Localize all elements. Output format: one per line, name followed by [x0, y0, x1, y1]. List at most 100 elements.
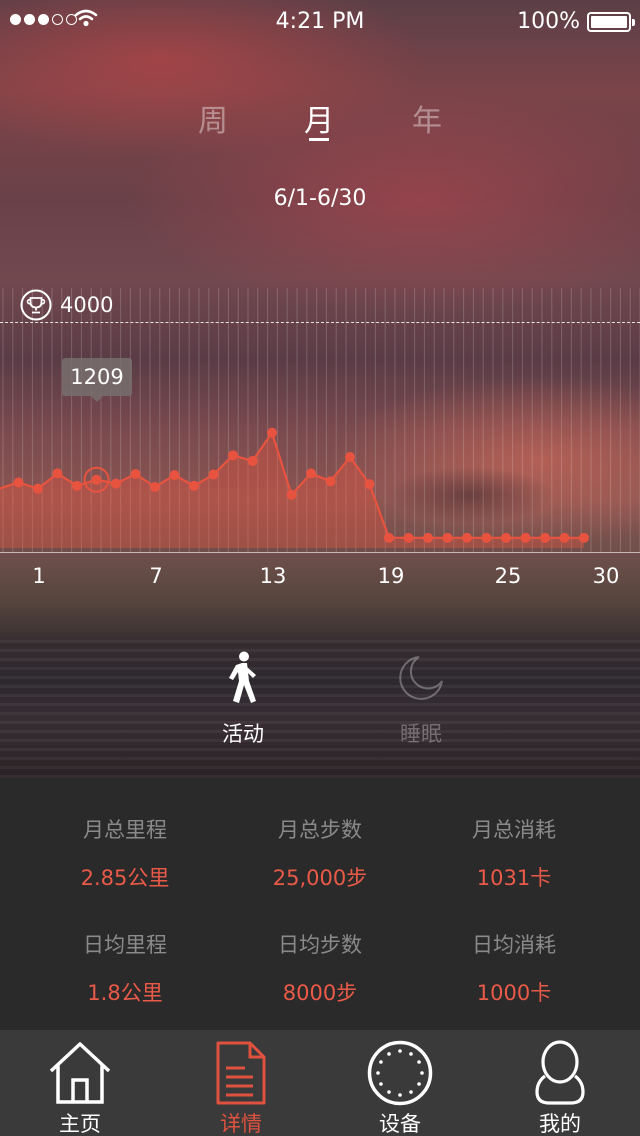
tab-device[interactable]: 设备	[340, 1030, 460, 1136]
value-tooltip: 1209	[62, 358, 132, 402]
data-point	[169, 470, 180, 481]
data-point	[345, 452, 355, 463]
home-icon	[49, 1042, 111, 1104]
tab-device-label: 设备	[379, 1112, 421, 1136]
device-icon	[367, 1040, 433, 1106]
x-tick-label: 1	[32, 564, 46, 588]
data-point	[559, 532, 570, 543]
device-dot	[379, 1082, 383, 1086]
tab-week[interactable]: 周	[183, 96, 243, 140]
device-dot	[398, 1093, 402, 1097]
stat-value: 8000步	[282, 981, 358, 1005]
data-point	[501, 532, 511, 543]
data-point	[33, 483, 43, 494]
stat-daily-distance: 日均里程 1.8公里	[25, 929, 225, 1007]
period-tabs: 周 月 年	[0, 96, 640, 146]
stat-monthly-calories: 月总消耗 1031卡	[414, 814, 614, 892]
data-point	[306, 468, 316, 479]
stat-value: 1000卡	[476, 981, 552, 1005]
data-point	[91, 474, 102, 485]
tab-details-label: 详情	[220, 1112, 262, 1136]
device-dot	[417, 1082, 421, 1086]
tab-bar: 主页 详情 设备 我的	[0, 1030, 640, 1136]
device-dot	[409, 1052, 413, 1056]
data-point	[364, 479, 375, 490]
data-point	[130, 468, 141, 479]
data-point	[72, 480, 82, 491]
device-dot	[379, 1060, 383, 1064]
device-dot	[387, 1090, 391, 1094]
battery-percent: 100%	[517, 9, 580, 34]
device-dot	[409, 1090, 413, 1094]
mode-activity[interactable]: 活动	[183, 650, 303, 748]
data-point	[540, 532, 550, 543]
tab-home[interactable]: 主页	[20, 1030, 140, 1136]
user-icon	[535, 1040, 585, 1105]
tab-profile-label: 我的	[539, 1112, 581, 1136]
tab-month-label: 月	[304, 104, 334, 139]
data-point	[423, 532, 433, 543]
stat-label: 日均里程	[83, 933, 167, 957]
data-point	[189, 480, 199, 491]
stat-label: 月总里程	[83, 818, 167, 842]
stat-label: 日均步数	[278, 933, 362, 957]
device-dot	[387, 1052, 391, 1056]
stat-value: 1.8公里	[87, 981, 163, 1005]
stat-value: 25,000步	[272, 866, 368, 890]
tab-month[interactable]: 月	[289, 96, 349, 141]
stat-label: 日均消耗	[472, 933, 556, 957]
tab-details[interactable]: 详情	[181, 1030, 301, 1136]
stat-label: 月总消耗	[472, 818, 556, 842]
date-range: 6/1-6/30	[273, 186, 367, 211]
status-bar: 4:21 PM 100%	[0, 0, 640, 44]
data-point	[150, 481, 160, 492]
stat-monthly-steps: 月总步数 25,000步	[220, 814, 420, 892]
stat-daily-steps: 日均步数 8000步	[220, 929, 420, 1007]
data-point	[462, 532, 472, 543]
device-dot	[417, 1060, 421, 1064]
tab-home-label: 主页	[59, 1112, 101, 1136]
data-point	[267, 427, 277, 438]
steps-line-chart[interactable]	[0, 285, 640, 555]
data-point	[403, 532, 414, 543]
x-tick-label: 19	[377, 564, 405, 588]
x-tick-label: 30	[592, 564, 620, 588]
data-point	[442, 532, 453, 543]
device-dot	[376, 1071, 380, 1075]
tab-month-underline	[309, 138, 329, 141]
data-point	[111, 478, 121, 489]
data-point	[208, 469, 219, 480]
data-point	[520, 532, 531, 543]
chart-baseline	[0, 552, 640, 553]
walking-icon	[229, 651, 256, 703]
stat-value: 2.85公里	[80, 866, 170, 890]
data-point	[325, 476, 336, 487]
data-point	[286, 489, 297, 500]
mode-sleep-label: 睡眠	[400, 722, 442, 746]
data-point	[481, 532, 492, 543]
mode-sleep[interactable]: 睡眠	[361, 650, 481, 748]
data-point	[52, 468, 63, 479]
x-tick-label: 25	[494, 564, 522, 588]
data-point	[384, 532, 394, 543]
stat-value: 1031卡	[476, 866, 552, 890]
stat-daily-calories: 日均消耗 1000卡	[414, 929, 614, 1007]
tab-profile[interactable]: 我的	[500, 1030, 620, 1136]
mode-activity-label: 活动	[222, 722, 264, 746]
x-tick-label: 13	[259, 564, 287, 588]
data-point	[228, 450, 238, 461]
device-dot	[398, 1049, 402, 1053]
data-point	[579, 532, 589, 543]
document-icon	[216, 1041, 266, 1105]
x-tick-label: 7	[149, 564, 163, 588]
device-dot	[420, 1071, 424, 1075]
moon-icon	[399, 656, 443, 700]
sea-background	[0, 640, 640, 778]
stats-panel: 月总里程 2.85公里 月总步数 25,000步 月总消耗 1031卡 日均里程…	[0, 778, 640, 1030]
battery-icon	[587, 12, 635, 32]
tab-year[interactable]: 年	[397, 96, 457, 140]
stat-label: 月总步数	[278, 818, 362, 842]
data-point	[247, 455, 258, 466]
stat-monthly-distance: 月总里程 2.85公里	[25, 814, 225, 892]
data-point	[13, 477, 24, 488]
